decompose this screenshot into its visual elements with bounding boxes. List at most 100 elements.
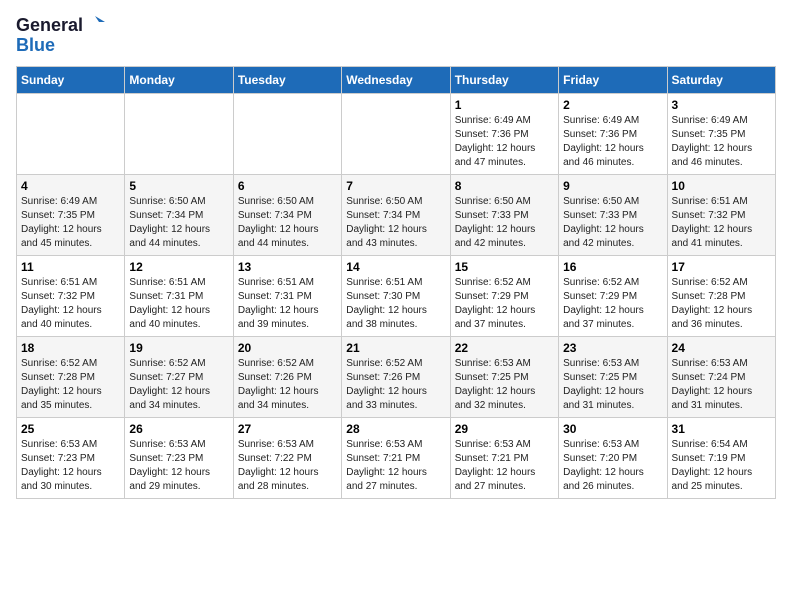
day-info: Sunrise: 6:50 AM Sunset: 7:34 PM Dayligh… xyxy=(129,195,228,251)
day-number: 3 xyxy=(672,98,771,112)
calendar-cell: 19 Sunrise: 6:52 AM Sunset: 7:27 PM Dayli… xyxy=(125,336,233,417)
calendar-cell: 8 Sunrise: 6:50 AM Sunset: 7:33 PM Daylig… xyxy=(450,174,558,255)
header: General Blue xyxy=(16,16,776,56)
day-info: Sunrise: 6:51 AM Sunset: 7:30 PM Dayligh… xyxy=(346,276,445,332)
day-number: 1 xyxy=(455,98,554,112)
day-info: Sunrise: 6:52 AM Sunset: 7:28 PM Dayligh… xyxy=(21,357,120,413)
day-number: 29 xyxy=(455,422,554,436)
calendar-cell xyxy=(17,93,125,174)
day-number: 28 xyxy=(346,422,445,436)
calendar-cell: 30 Sunrise: 6:53 AM Sunset: 7:20 PM Dayli… xyxy=(559,417,667,498)
day-number: 16 xyxy=(563,260,662,274)
calendar-cell: 22Sunrise: 6:53 AM Sunset: 7:25 PM Dayli… xyxy=(450,336,558,417)
day-info: Sunrise: 6:53 AM Sunset: 7:22 PM Dayligh… xyxy=(238,438,337,494)
week-row-4: 18 Sunrise: 6:52 AM Sunset: 7:28 PM Dayli… xyxy=(17,336,776,417)
calendar-cell: 24 Sunrise: 6:53 AM Sunset: 7:24 PM Dayli… xyxy=(667,336,775,417)
calendar-cell: 21 Sunrise: 6:52 AM Sunset: 7:26 PM Dayli… xyxy=(342,336,450,417)
calendar-header: SundayMondayTuesdayWednesdayThursdayFrid… xyxy=(17,66,776,93)
day-number: 9 xyxy=(563,179,662,193)
day-number: 5 xyxy=(129,179,228,193)
day-number: 21 xyxy=(346,341,445,355)
calendar-cell: 27 Sunrise: 6:53 AM Sunset: 7:22 PM Dayli… xyxy=(233,417,341,498)
day-info: Sunrise: 6:51 AM Sunset: 7:31 PM Dayligh… xyxy=(238,276,337,332)
day-number: 6 xyxy=(238,179,337,193)
day-info: Sunrise: 6:49 AM Sunset: 7:36 PM Dayligh… xyxy=(563,114,662,170)
day-number: 18 xyxy=(21,341,120,355)
calendar-cell: 10 Sunrise: 6:51 AM Sunset: 7:32 PM Dayli… xyxy=(667,174,775,255)
day-info: Sunrise: 6:53 AM Sunset: 7:20 PM Dayligh… xyxy=(563,438,662,494)
week-row-3: 11 Sunrise: 6:51 AM Sunset: 7:32 PM Dayli… xyxy=(17,255,776,336)
day-number: 22 xyxy=(455,341,554,355)
calendar-body: 1 Sunrise: 6:49 AM Sunset: 7:36 PM Daylig… xyxy=(17,93,776,498)
calendar-cell: 2 Sunrise: 6:49 AM Sunset: 7:36 PM Daylig… xyxy=(559,93,667,174)
day-number: 14 xyxy=(346,260,445,274)
day-number: 10 xyxy=(672,179,771,193)
calendar-cell: 28 Sunrise: 6:53 AM Sunset: 7:21 PM Dayli… xyxy=(342,417,450,498)
day-number: 8 xyxy=(455,179,554,193)
day-header-saturday: Saturday xyxy=(667,66,775,93)
calendar-cell: 13Sunrise: 6:51 AM Sunset: 7:31 PM Dayli… xyxy=(233,255,341,336)
week-row-5: 25Sunrise: 6:53 AM Sunset: 7:23 PM Dayli… xyxy=(17,417,776,498)
calendar-cell xyxy=(125,93,233,174)
calendar-cell: 1Sunrise: 6:49 AM Sunset: 7:36 PM Daylig… xyxy=(450,93,558,174)
day-info: Sunrise: 6:52 AM Sunset: 7:28 PM Dayligh… xyxy=(672,276,771,332)
day-number: 7 xyxy=(346,179,445,193)
day-info: Sunrise: 6:51 AM Sunset: 7:32 PM Dayligh… xyxy=(672,195,771,251)
day-number: 4 xyxy=(21,179,120,193)
week-row-1: 1 Sunrise: 6:49 AM Sunset: 7:36 PM Daylig… xyxy=(17,93,776,174)
calendar-cell: 14 Sunrise: 6:51 AM Sunset: 7:30 PM Dayli… xyxy=(342,255,450,336)
day-info: Sunrise: 6:50 AM Sunset: 7:34 PM Dayligh… xyxy=(238,195,337,251)
day-info: Sunrise: 6:53 AM Sunset: 7:21 PM Dayligh… xyxy=(346,438,445,494)
day-number: 19 xyxy=(129,341,228,355)
calendar-cell: 18 Sunrise: 6:52 AM Sunset: 7:28 PM Dayli… xyxy=(17,336,125,417)
day-info: Sunrise: 6:51 AM Sunset: 7:31 PM Dayligh… xyxy=(129,276,228,332)
day-number: 2 xyxy=(563,98,662,112)
day-info: Sunrise: 6:50 AM Sunset: 7:33 PM Dayligh… xyxy=(455,195,554,251)
calendar-cell: 7 Sunrise: 6:50 AM Sunset: 7:34 PM Daylig… xyxy=(342,174,450,255)
day-number: 15 xyxy=(455,260,554,274)
day-number: 27 xyxy=(238,422,337,436)
week-row-2: 4 Sunrise: 6:49 AM Sunset: 7:35 PM Daylig… xyxy=(17,174,776,255)
day-info: Sunrise: 6:53 AM Sunset: 7:24 PM Dayligh… xyxy=(672,357,771,413)
day-info: Sunrise: 6:52 AM Sunset: 7:26 PM Dayligh… xyxy=(238,357,337,413)
calendar-cell: 15 Sunrise: 6:52 AM Sunset: 7:29 PM Dayli… xyxy=(450,255,558,336)
day-number: 24 xyxy=(672,341,771,355)
day-number: 17 xyxy=(672,260,771,274)
calendar-cell: 11 Sunrise: 6:51 AM Sunset: 7:32 PM Dayli… xyxy=(17,255,125,336)
day-info: Sunrise: 6:51 AM Sunset: 7:32 PM Dayligh… xyxy=(21,276,120,332)
day-header-wednesday: Wednesday xyxy=(342,66,450,93)
day-info: Sunrise: 6:53 AM Sunset: 7:21 PM Dayligh… xyxy=(455,438,554,494)
day-number: 12 xyxy=(129,260,228,274)
calendar-cell xyxy=(342,93,450,174)
day-info: Sunrise: 6:52 AM Sunset: 7:27 PM Dayligh… xyxy=(129,357,228,413)
day-number: 11 xyxy=(21,260,120,274)
day-info: Sunrise: 6:53 AM Sunset: 7:23 PM Dayligh… xyxy=(129,438,228,494)
calendar-cell: 29 Sunrise: 6:53 AM Sunset: 7:21 PM Dayli… xyxy=(450,417,558,498)
day-info: Sunrise: 6:54 AM Sunset: 7:19 PM Dayligh… xyxy=(672,438,771,494)
day-header-monday: Monday xyxy=(125,66,233,93)
day-info: Sunrise: 6:50 AM Sunset: 7:33 PM Dayligh… xyxy=(563,195,662,251)
day-number: 20 xyxy=(238,341,337,355)
day-info: Sunrise: 6:50 AM Sunset: 7:34 PM Dayligh… xyxy=(346,195,445,251)
day-info: Sunrise: 6:52 AM Sunset: 7:29 PM Dayligh… xyxy=(455,276,554,332)
calendar-cell: 9 Sunrise: 6:50 AM Sunset: 7:33 PM Daylig… xyxy=(559,174,667,255)
calendar-cell: 16 Sunrise: 6:52 AM Sunset: 7:29 PM Dayli… xyxy=(559,255,667,336)
day-number: 26 xyxy=(129,422,228,436)
day-header-friday: Friday xyxy=(559,66,667,93)
day-info: Sunrise: 6:52 AM Sunset: 7:29 PM Dayligh… xyxy=(563,276,662,332)
day-number: 23 xyxy=(563,341,662,355)
calendar-cell: 12 Sunrise: 6:51 AM Sunset: 7:31 PM Dayli… xyxy=(125,255,233,336)
day-number: 30 xyxy=(563,422,662,436)
day-info: Sunrise: 6:49 AM Sunset: 7:35 PM Dayligh… xyxy=(21,195,120,251)
logo-bird-icon xyxy=(85,14,105,34)
calendar-cell: 31 Sunrise: 6:54 AM Sunset: 7:19 PM Dayli… xyxy=(667,417,775,498)
logo-text: General Blue xyxy=(16,16,105,56)
day-info: Sunrise: 6:52 AM Sunset: 7:26 PM Dayligh… xyxy=(346,357,445,413)
calendar-cell: 26 Sunrise: 6:53 AM Sunset: 7:23 PM Dayli… xyxy=(125,417,233,498)
calendar-cell: 4 Sunrise: 6:49 AM Sunset: 7:35 PM Daylig… xyxy=(17,174,125,255)
day-header-sunday: Sunday xyxy=(17,66,125,93)
calendar-cell: 5 Sunrise: 6:50 AM Sunset: 7:34 PM Daylig… xyxy=(125,174,233,255)
day-header-thursday: Thursday xyxy=(450,66,558,93)
day-info: Sunrise: 6:53 AM Sunset: 7:25 PM Dayligh… xyxy=(563,357,662,413)
day-number: 31 xyxy=(672,422,771,436)
